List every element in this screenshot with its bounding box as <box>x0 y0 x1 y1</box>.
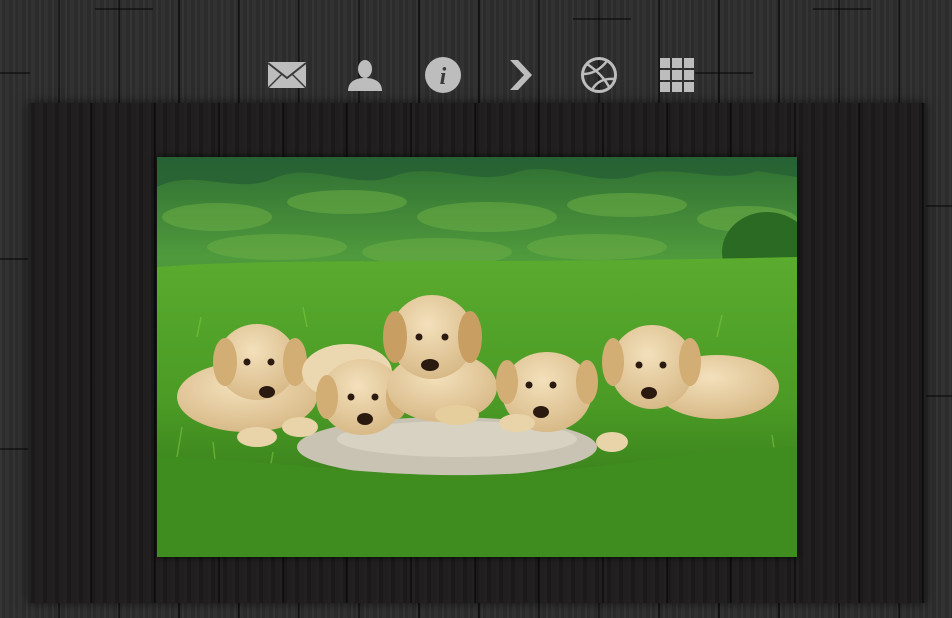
info-icon: i <box>425 57 461 93</box>
next-button[interactable] <box>496 50 546 100</box>
wood-seam <box>813 8 871 10</box>
info-glyph: i <box>440 64 447 90</box>
icon-toolbar: i <box>262 50 702 100</box>
wood-seam <box>0 72 30 74</box>
wood-seam <box>926 395 952 397</box>
grid-icon <box>660 58 694 92</box>
puppies-photo <box>157 157 797 557</box>
wood-seam <box>95 8 153 10</box>
info-button[interactable]: i <box>418 50 468 100</box>
gallery-photo[interactable] <box>157 157 797 557</box>
mail-button[interactable] <box>262 50 312 100</box>
wood-seam <box>926 205 952 207</box>
wood-seam <box>695 72 753 74</box>
profile-button[interactable] <box>340 50 390 100</box>
wood-seam <box>0 258 30 260</box>
dribbble-icon <box>581 57 617 93</box>
dribbble-button[interactable] <box>574 50 624 100</box>
chevron-right-icon <box>510 60 532 90</box>
wood-seam <box>0 448 30 450</box>
grid-button[interactable] <box>652 50 702 100</box>
mail-icon <box>267 62 307 89</box>
user-icon <box>348 60 382 91</box>
wood-seam <box>573 18 631 20</box>
